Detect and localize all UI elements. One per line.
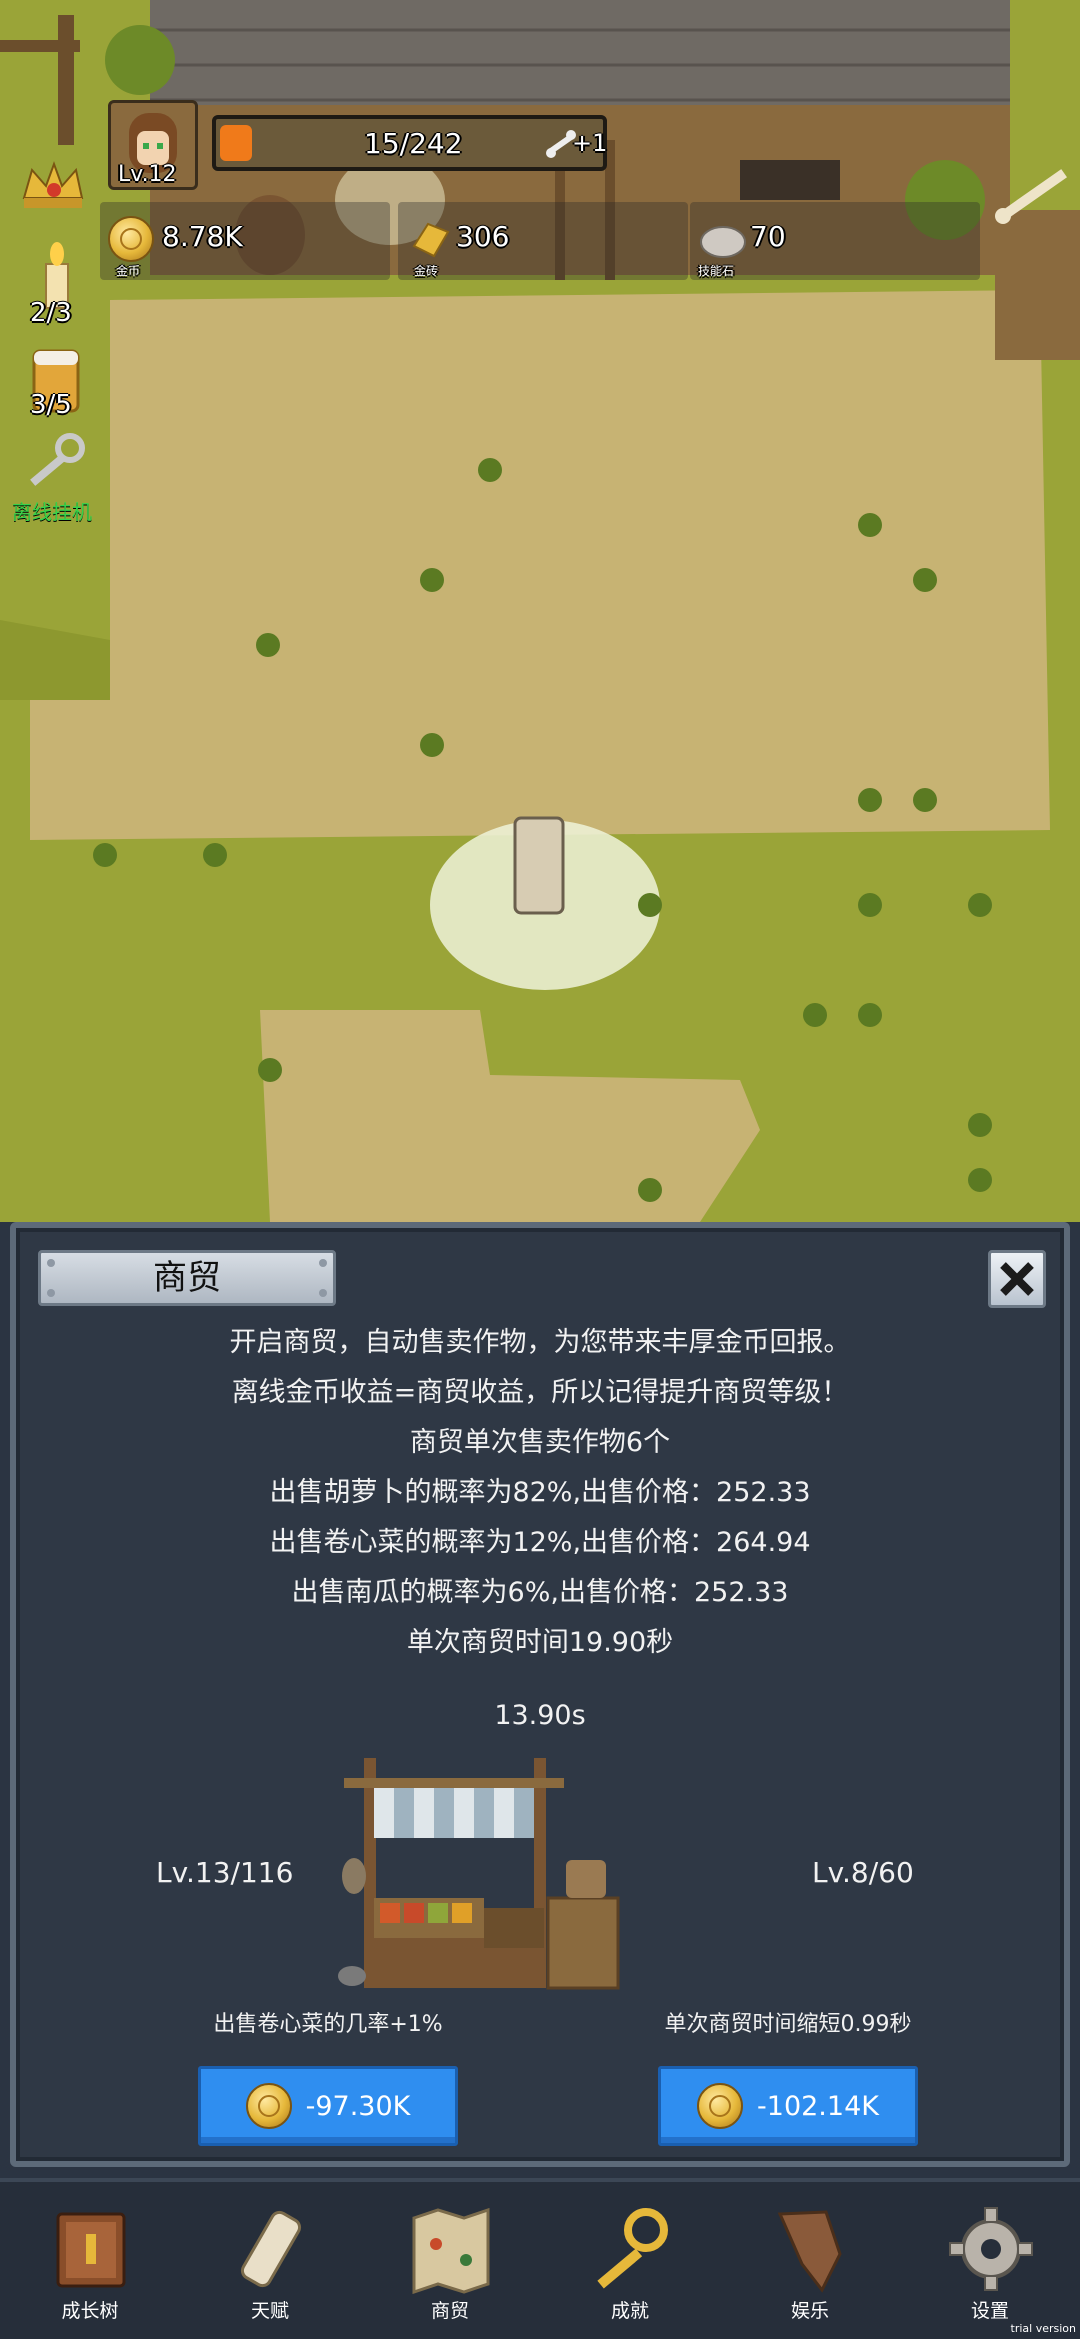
close-icon [1000,1262,1034,1296]
xp-bonus: +1 [572,129,608,157]
gold-coin-icon [108,216,154,262]
left-upgrade-button[interactable]: -97.30K [198,2066,458,2146]
market-stall-icon [338,1758,620,1990]
panel-title-plate: 商贸 [38,1250,336,1306]
paper-icon [777,2210,842,2293]
gold-brick-icon [412,222,450,258]
trial-watermark: trial version [1010,2322,1076,2335]
golden-key-icon [597,2208,668,2289]
description-line: 出售卷心菜的概率为12%,出售价格：264.94 [269,1527,811,1558]
gold-value: 8.78K [162,220,243,253]
resource-bar-skill-stone[interactable]: 70 技能石 [690,202,980,280]
resource-bar-gold-brick[interactable]: 306 金砖 [398,202,688,280]
gold-brick-label: 金砖 [414,264,439,278]
nav-label: 设置 [970,2300,1009,2322]
beer-button[interactable]: 3/5 [26,345,90,425]
game-field[interactable]: Lv.12 15/242 +1 8.78K 金币 306 金砖 70 技能石 2… [0,0,1080,1222]
gold-label: 金币 [116,264,141,278]
player-level: Lv.12 [118,162,177,187]
trade-timer: 13.90s [494,1700,586,1731]
right-upgrade-button[interactable]: -102.14K [658,2066,918,2146]
skill-stone-value: 70 [750,220,786,253]
right-upgrade-label: 单次商贸时间缩短0.99秒 [664,2012,912,2037]
nav-entertainment[interactable]: 娱乐 [750,2182,870,2339]
key-icon [30,433,85,486]
left-upgrade-cost: -97.30K [305,2090,411,2122]
panel-title: 商贸 [153,1258,221,1298]
book-icon [56,2212,126,2288]
scroll-icon [240,2210,302,2288]
offline-idle-label: 离线挂机 [12,500,92,524]
skill-stone-icon [700,226,746,258]
offline-idle-button[interactable]: 离线挂机 [8,432,108,524]
resource-bar-gold[interactable]: 8.78K 金币 [100,202,390,280]
nav-label: 天赋 [250,2300,289,2322]
right-upgrade-level: Lv.8/60 [812,1856,914,1889]
xp-bar-fill [220,125,252,161]
gold-coin-icon [245,2083,292,2129]
gold-brick-value: 306 [456,220,510,253]
nav-talent[interactable]: 天赋 [210,2182,330,2339]
crown-button[interactable] [18,158,88,218]
skill-stone-label: 技能石 [698,264,735,278]
candle-count: 2/3 [30,298,72,328]
map-icon [412,2207,490,2294]
description-line: 出售南瓜的概率为6%,出售价格：252.33 [291,1577,789,1608]
right-upgrade-cost: -102.14K [757,2090,879,2122]
nav-growth-tree[interactable]: 成长树 [30,2182,150,2339]
description-line: 开启商贸，自动售卖作物，为您带来丰厚金币回报。 [229,1327,851,1358]
nav-label: 成长树 [61,2300,119,2322]
gear-icon [949,2207,1033,2291]
nav-achievement[interactable]: 成就 [570,2182,690,2339]
description-line: 单次商贸时间19.90秒 [406,1627,674,1658]
gold-coin-icon [697,2083,744,2129]
description-line: 商贸单次售卖作物6个 [409,1427,671,1458]
nav-label: 娱乐 [790,2300,829,2322]
crown-icon [22,161,84,208]
left-upgrade-label: 出售卷心菜的几率+1% [213,2012,443,2037]
sword-icon[interactable] [985,150,1075,240]
nav-settings[interactable]: 设置 [930,2182,1050,2339]
nav-label: 商贸 [430,2300,469,2322]
description-line: 出售胡萝卜的概率为82%,出售价格：252.33 [269,1477,811,1508]
candle-button[interactable]: 2/3 [28,240,88,330]
close-button[interactable] [988,1250,1046,1308]
bottom-nav: 成长树 天赋 商贸 成就 娱乐 设置 trial version [0,2178,1080,2339]
nav-trade[interactable]: 商贸 [390,2182,510,2339]
xp-text: 15/242 [364,127,463,160]
nav-label: 成就 [610,2300,649,2322]
left-upgrade-level: Lv.13/116 [156,1856,294,1889]
description-line: 离线金币收益=商贸收益，所以记得提升商贸等级！ [231,1377,849,1408]
beer-count: 3/5 [30,390,72,420]
trade-panel: 商贸 开启商贸，自动售卖作物，为您带来丰厚金币回报。 离线金币收益=商贸收益，所… [10,1222,1070,2167]
xp-bar: 15/242 +1 [212,115,607,171]
